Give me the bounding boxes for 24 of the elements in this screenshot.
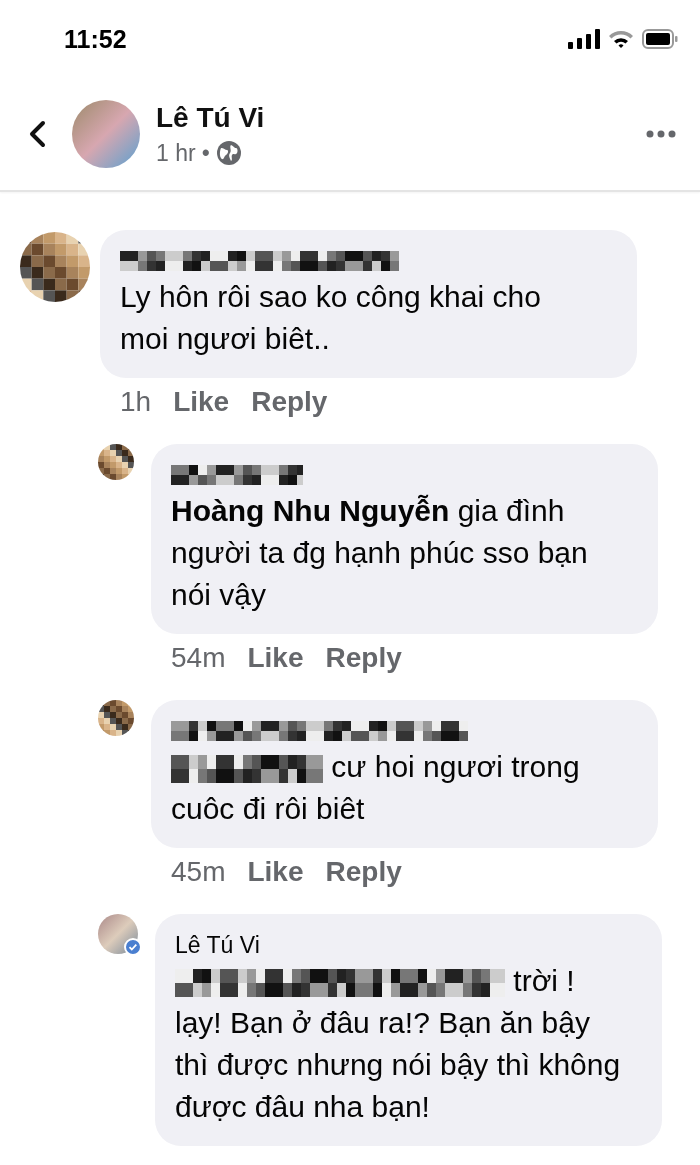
like-link[interactable]: Like — [247, 642, 304, 700]
comment-time: 45m — [171, 856, 226, 889]
comment-text: Ly hôn rôi sao ko công khai cho moi ngươi biêt.. — [120, 279, 542, 357]
like-link[interactable]: Like — [173, 386, 230, 444]
reply-link[interactable]: Reply — [325, 856, 402, 914]
back-icon[interactable] — [28, 120, 46, 148]
post-time: 1 hr — [156, 139, 196, 167]
battery-icon — [642, 29, 678, 49]
globe-icon — [215, 140, 242, 166]
comment-time: 1h — [120, 386, 152, 419]
like-link[interactable]: Like — [247, 856, 304, 914]
page-name[interactable]: Lê Tú Vi — [156, 101, 646, 134]
comment-time: 54m — [171, 642, 226, 675]
comment-text: Hoàng Nhu Nguyễn gia đình người ta đg hạnh phúc sso bạn nói vậy — [171, 493, 589, 613]
signal-icon — [568, 29, 600, 49]
separator-dot: • — [201, 139, 210, 167]
reply-link[interactable]: Reply — [325, 642, 402, 700]
more-icon[interactable] — [646, 130, 676, 138]
comment-text: cư hoi ngươi trong cuôc đi rôi biêt — [171, 749, 581, 827]
wifi-icon — [608, 29, 634, 49]
reply-link[interactable]: Reply — [251, 386, 328, 444]
comment-text: trời ! lạy! Bạn ở đâu ra!? Bạn ăn bậy thì được nhưng nói bậy thì không được đâu nha bạn! — [175, 963, 622, 1125]
comment-author[interactable]: Lê Tú Vi — [175, 930, 260, 960]
status-time: 11:52 — [64, 24, 127, 54]
